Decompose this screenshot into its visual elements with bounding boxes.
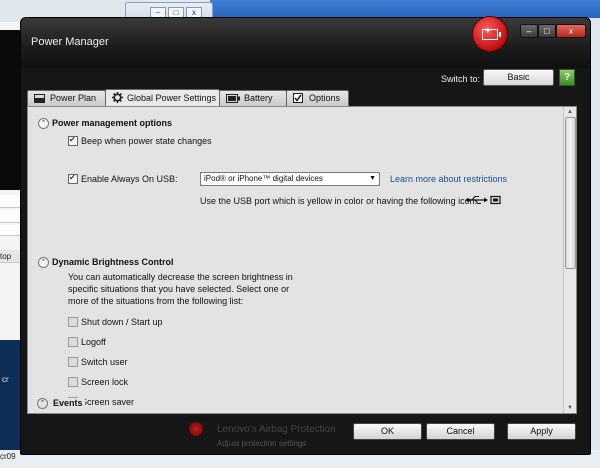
- shutdown-startup-checkbox[interactable]: [68, 317, 78, 327]
- tab-label: Options: [309, 93, 341, 103]
- tab-global-power-settings[interactable]: Global Power Settings: [105, 89, 220, 106]
- shutdown-startup-label: Shut down / Start up: [81, 317, 163, 327]
- cancel-button[interactable]: Cancel: [426, 423, 495, 440]
- settings-panel: ⌃ Power management options Beep when pow…: [27, 106, 577, 414]
- apply-button[interactable]: Apply: [507, 423, 576, 440]
- switch-user-checkbox[interactable]: [68, 357, 78, 367]
- always-on-usb-label: Enable Always On USB:: [81, 174, 178, 184]
- power-manager-window: Power Manager + – □ x Switch to: Basic ?…: [20, 16, 591, 455]
- checkbox-icon: [293, 93, 303, 103]
- collapse-events-icon[interactable]: ⌃: [37, 398, 48, 409]
- tab-battery[interactable]: Battery: [219, 90, 287, 106]
- battery-outline-icon: [34, 94, 45, 103]
- scroll-down-icon[interactable]: ▼: [564, 403, 576, 413]
- scroll-thumb[interactable]: [565, 117, 576, 269]
- airbag-protection-icon: [189, 422, 203, 436]
- switch-user-label: Switch user: [81, 357, 128, 367]
- airbag-protection-subtitle: Adjust protection settings: [217, 439, 307, 448]
- tab-label: Power Plan: [50, 93, 97, 103]
- tab-power-plan[interactable]: Power Plan: [27, 90, 106, 106]
- collapse-dynamic-brightness-icon[interactable]: ⌃: [38, 257, 49, 268]
- airbag-protection-title: Lenovo's Airbag Protection: [217, 424, 336, 435]
- usb-device-select-value: iPod® or iPhone™ digital devices: [204, 174, 323, 183]
- collapse-power-management-icon[interactable]: ⌃: [38, 118, 49, 129]
- ok-button[interactable]: OK: [353, 423, 422, 440]
- tab-label: Global Power Settings: [127, 93, 217, 103]
- logoff-checkbox[interactable]: [68, 337, 78, 347]
- section-header-events: Events: [51, 398, 85, 408]
- background-left-blue-label: cr: [2, 375, 9, 384]
- close-button[interactable]: x: [556, 24, 586, 38]
- screen-lock-label: Screen lock: [81, 377, 129, 387]
- panel-scrollbar[interactable]: ▲ ▼: [563, 107, 576, 413]
- screen-saver-label: Screen saver: [81, 397, 135, 407]
- usb-hint-text: Use the USB port which is yellow in colo…: [200, 196, 478, 206]
- screen-lock-checkbox[interactable]: [68, 377, 78, 387]
- section-header-power-management: Power management options: [52, 118, 173, 128]
- maximize-button[interactable]: □: [538, 24, 556, 38]
- battery-badge-icon: +: [472, 16, 508, 52]
- always-on-usb-checkbox[interactable]: [68, 173, 78, 184]
- section-header-dynamic-brightness: Dynamic Brightness Control: [52, 257, 174, 267]
- minimize-button[interactable]: –: [520, 24, 538, 38]
- switch-to-label: Switch to:: [441, 74, 481, 84]
- help-button[interactable]: ?: [559, 69, 575, 86]
- usb-device-select[interactable]: iPod® or iPhone™ digital devices ▼: [200, 172, 380, 186]
- background-window-titlebar: [210, 0, 600, 18]
- usb-port-icon: [466, 195, 501, 205]
- learn-more-restrictions-link[interactable]: Learn more about restrictions: [390, 174, 507, 184]
- beep-label: Beep when power state changes: [81, 136, 212, 146]
- tab-options[interactable]: Options: [286, 90, 349, 106]
- window-title: Power Manager: [31, 36, 109, 48]
- title-bar[interactable]: Power Manager + – □ x: [21, 16, 590, 68]
- chevron-down-icon: ▼: [369, 175, 376, 182]
- brightness-description: specific situations that you have select…: [68, 284, 290, 294]
- gear-icon: [112, 92, 123, 103]
- logoff-label: Logoff: [81, 337, 106, 347]
- brightness-description: You can automatically decrease the scree…: [68, 272, 293, 282]
- tab-label: Battery: [244, 93, 273, 103]
- switch-to-basic-button[interactable]: Basic: [483, 69, 554, 86]
- background-bottom-label: cr09: [0, 452, 16, 461]
- brightness-description: more of the situations from the followin…: [68, 296, 244, 306]
- beep-checkbox[interactable]: [68, 135, 78, 146]
- scroll-up-icon[interactable]: ▲: [564, 107, 576, 117]
- battery-icon: [226, 94, 240, 103]
